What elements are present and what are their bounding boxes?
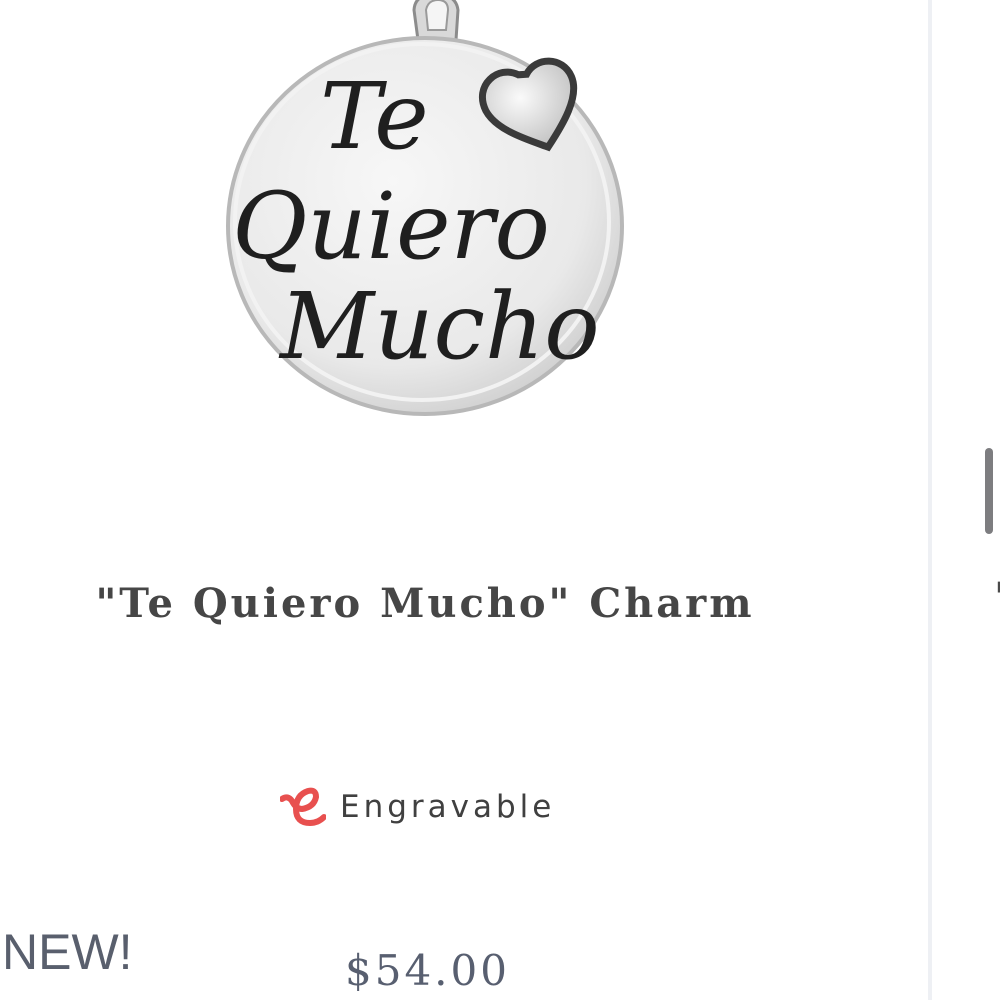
product-card[interactable]: Te Quiero Mucho "Te Quiero Mucho" Charm … — [0, 0, 928, 1000]
engravable-label: Engravable — [340, 789, 556, 825]
product-image[interactable]: Te Quiero Mucho — [210, 0, 650, 430]
engravable-indicator: Engravable — [280, 782, 555, 832]
engraving-line-3: Mucho — [278, 273, 600, 380]
engraving-line-1: Te — [320, 63, 429, 170]
new-badge: NEW! — [2, 924, 133, 980]
next-product-title[interactable]: " — [994, 578, 1000, 618]
scrollbar-thumb[interactable] — [985, 448, 993, 534]
engrave-e-icon — [280, 787, 326, 826]
product-title[interactable]: "Te Quiero Mucho" Charm — [0, 580, 850, 627]
page: Te Quiero Mucho "Te Quiero Mucho" Charm … — [0, 0, 1000, 1000]
engraving-line-2: Quiero — [232, 173, 550, 280]
bail — [412, 0, 460, 42]
product-price: $54.00 — [345, 946, 510, 995]
